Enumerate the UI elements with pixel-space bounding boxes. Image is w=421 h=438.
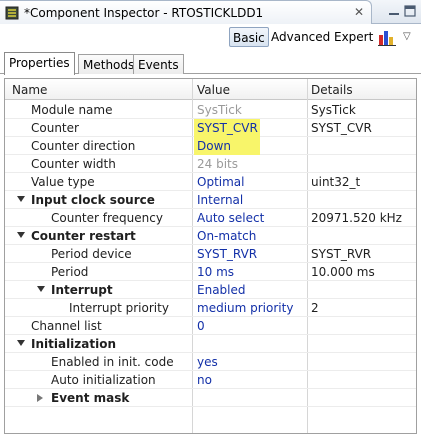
minimize-icon[interactable]	[388, 5, 400, 17]
property-value[interactable]: SYST_RVR	[197, 247, 257, 261]
property-value[interactable]: medium priority	[197, 301, 293, 315]
property-value[interactable]: no	[197, 373, 212, 387]
property-row[interactable]: Enabled in init. code yes	[5, 353, 416, 371]
property-value[interactable]: Down	[197, 139, 231, 153]
view-menu-icon[interactable]: ▽	[403, 31, 411, 42]
property-row[interactable]: Interrupt priority medium priority 2	[5, 299, 416, 317]
property-details: 20971.520 kHz	[311, 211, 402, 225]
property-value[interactable]: 10 ms	[197, 265, 234, 279]
property-row[interactable]: Interrupt Enabled	[5, 281, 416, 299]
property-name: Initialization	[31, 337, 117, 351]
property-value[interactable]: yes	[197, 355, 218, 369]
property-name: Counter width	[31, 157, 116, 171]
property-details: 2	[311, 301, 319, 315]
header-value[interactable]: Value	[197, 83, 230, 97]
property-name: Interrupt	[51, 283, 113, 297]
property-value[interactable]: 0	[197, 319, 205, 333]
property-value[interactable]: SYST_CVR	[197, 121, 258, 135]
property-value[interactable]: 24 bits	[197, 157, 238, 171]
advanced-mode-button[interactable]: Advanced	[268, 27, 333, 47]
property-row[interactable]: Auto initialization no	[5, 371, 416, 389]
property-name: Counter frequency	[51, 211, 163, 225]
property-name: Auto initialization	[51, 373, 156, 387]
property-row[interactable]: Period device SYST_RVR SYST_RVR	[5, 245, 416, 263]
collapse-arrow-icon[interactable]	[17, 340, 25, 346]
property-name: Period device	[51, 247, 132, 261]
property-details: uint32_t	[311, 175, 361, 189]
expand-arrow-icon[interactable]	[37, 394, 43, 402]
property-details: SysTick	[311, 103, 356, 117]
property-details: SYST_RVR	[311, 247, 372, 261]
title-bar: *Component Inspector - RTOSTICKLDD1 ✕	[0, 0, 421, 24]
property-name: Counter restart	[31, 229, 136, 243]
property-row[interactable]: Counter restart On-match	[5, 227, 416, 245]
property-row[interactable]: Event mask	[5, 389, 416, 407]
grid-header: Name Value Details	[5, 79, 416, 100]
property-row[interactable]: Value type Optimal uint32_t	[5, 173, 416, 191]
property-details: SYST_CVR	[311, 121, 372, 135]
maximize-icon[interactable]	[404, 5, 416, 17]
property-value[interactable]: On-match	[197, 229, 256, 243]
close-icon[interactable]: ✕	[354, 5, 364, 19]
property-name: Event mask	[51, 391, 130, 405]
editor-tab[interactable]: *Component Inspector - RTOSTICKLDD1 ✕	[0, 0, 372, 24]
tab-properties[interactable]: Properties	[4, 52, 75, 75]
property-row[interactable]: Counter SYST_CVR SYST_CVR	[5, 119, 416, 137]
property-details: 10.000 ms	[311, 265, 375, 279]
property-value[interactable]: Enabled	[197, 283, 246, 297]
property-name: Input clock source	[31, 193, 155, 207]
bar-chart-icon[interactable]	[378, 29, 396, 46]
collapse-arrow-icon[interactable]	[37, 286, 45, 292]
expert-mode-button[interactable]: Expert	[331, 27, 376, 47]
property-name: Channel list	[31, 319, 102, 333]
property-name: Value type	[31, 175, 95, 189]
property-grid: Name Value Details Module name SysTick Sys…	[4, 78, 417, 434]
collapse-arrow-icon[interactable]	[17, 232, 25, 238]
property-row[interactable]: Counter width 24 bits	[5, 155, 416, 173]
property-row[interactable]: Counter direction Down	[5, 137, 416, 155]
property-name: Module name	[31, 103, 113, 117]
property-row[interactable]: Channel list 0	[5, 317, 416, 335]
property-row[interactable]: Initialization	[5, 335, 416, 353]
property-row[interactable]: Module name SysTick SysTick	[5, 101, 416, 119]
tab-events[interactable]: Events	[133, 54, 184, 74]
property-tabs: Properties Methods Events	[0, 52, 421, 75]
tab-methods[interactable]: Methods	[78, 54, 140, 74]
property-row[interactable]: Period 10 ms 10.000 ms	[5, 263, 416, 281]
property-name: Interrupt priority	[69, 301, 169, 315]
header-name[interactable]: Name	[12, 83, 47, 97]
property-name: Period	[51, 265, 89, 279]
component-inspector-icon	[5, 6, 19, 20]
property-value[interactable]: Optimal	[197, 175, 244, 189]
property-row[interactable]: Counter frequency Auto select 20971.520 kH…	[5, 209, 416, 227]
window-title: *Component Inspector - RTOSTICKLDD1	[24, 6, 264, 20]
property-value[interactable]: Auto select	[197, 211, 264, 225]
property-value[interactable]: Internal	[197, 193, 243, 207]
property-name: Counter direction	[31, 139, 136, 153]
inspector-toolbar: Basic Advanced Expert ▽	[0, 25, 421, 49]
property-name: Enabled in init. code	[51, 355, 174, 369]
property-value[interactable]: SysTick	[197, 103, 242, 117]
header-details[interactable]: Details	[311, 83, 353, 97]
basic-mode-button[interactable]: Basic	[229, 27, 269, 47]
property-row[interactable]: Input clock source Internal	[5, 191, 416, 209]
collapse-arrow-icon[interactable]	[17, 196, 25, 202]
property-name: Counter	[31, 121, 79, 135]
